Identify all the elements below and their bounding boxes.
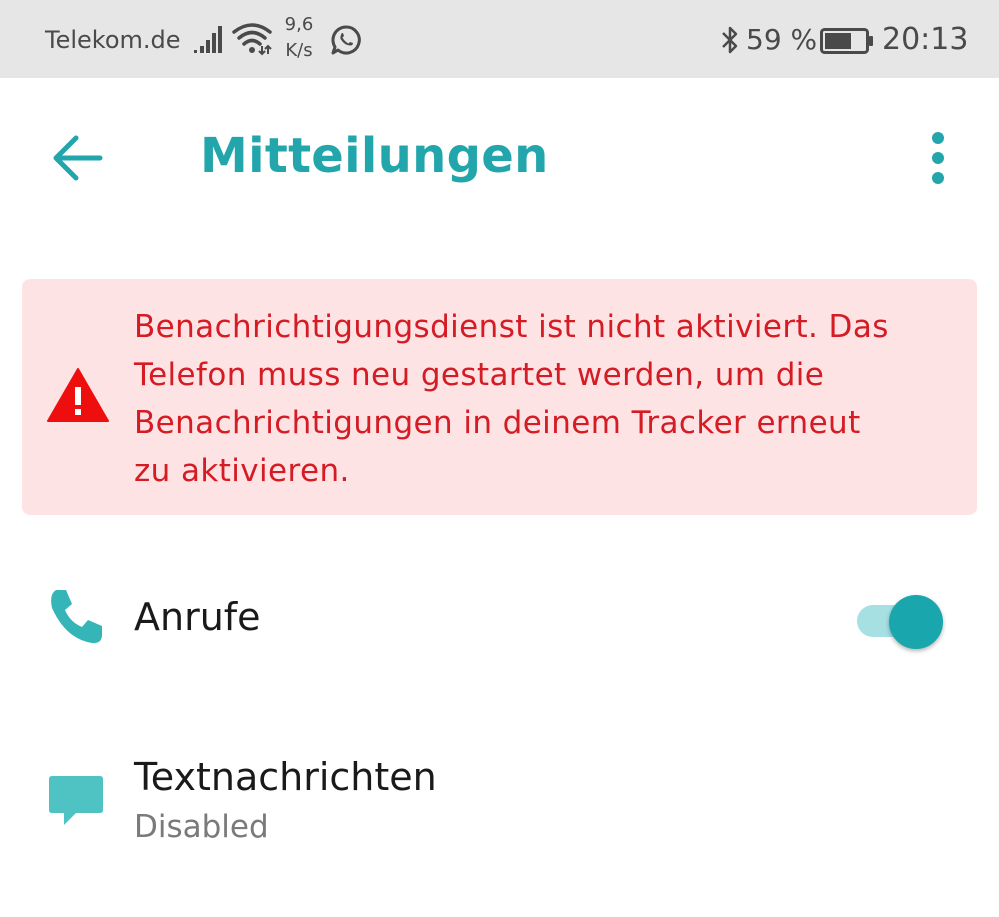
wifi-icon: [232, 23, 272, 56]
warning-line: Telefon muss neu gestartet werden, um di…: [134, 357, 825, 393]
text-messages-label: Textnachrichten: [134, 755, 437, 799]
clock: 20:13: [882, 22, 969, 57]
app-bar: Mitteilungen: [0, 78, 999, 238]
back-button[interactable]: [48, 130, 108, 186]
whatsapp-icon: [331, 25, 361, 55]
warning-line: zu aktivieren.: [134, 453, 350, 489]
battery-percent: 59 %: [746, 23, 818, 56]
calls-toggle[interactable]: [855, 592, 947, 650]
text-messages-status: Disabled: [134, 809, 269, 845]
carrier-name: Telekom.de: [45, 26, 181, 54]
bluetooth-icon: [722, 26, 738, 54]
phone-icon: [51, 590, 102, 644]
status-bar: Telekom.de 9,6 K/s 59 % 20:13: [0, 0, 999, 78]
warning-line: Benachrichtigungen in deinem Tracker ern…: [134, 405, 861, 441]
message-icon: [49, 776, 103, 825]
warning-triangle-icon: [47, 368, 109, 422]
overflow-menu-button[interactable]: [918, 130, 958, 190]
warning-message: Benachrichtigungsdienst ist nicht aktivi…: [134, 303, 954, 495]
toggle-thumb: [889, 595, 943, 649]
network-speed: 9,6 K/s: [278, 12, 320, 64]
list-item-calls[interactable]: Anrufe: [0, 560, 999, 680]
arrow-left-icon: [53, 135, 103, 181]
page-title: Mitteilungen: [200, 128, 549, 184]
calls-label: Anrufe: [134, 595, 261, 639]
warning-banner[interactable]: Benachrichtigungsdienst ist nicht aktivi…: [22, 279, 977, 515]
battery-icon: [820, 28, 873, 54]
speed-unit: K/s: [285, 40, 313, 61]
warning-line: Benachrichtigungsdienst ist nicht aktivi…: [134, 309, 889, 345]
list-item-text-messages[interactable]: Textnachrichten Disabled: [0, 730, 999, 880]
more-vertical-icon: [932, 132, 944, 184]
speed-value: 9,6: [284, 14, 314, 35]
signal-icon: [194, 26, 222, 53]
